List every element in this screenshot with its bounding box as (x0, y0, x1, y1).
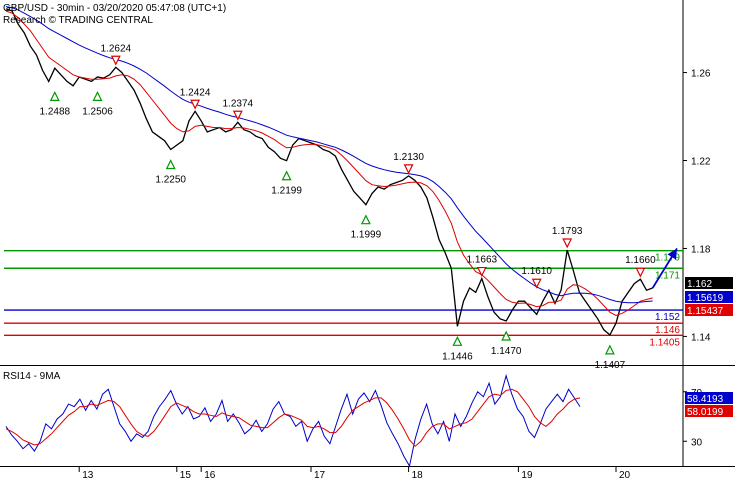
marker-label-7: 1.2199 (271, 186, 302, 197)
x-tick-label-2: 15 (180, 470, 192, 480)
level-label-4: 1.146 (655, 325, 680, 336)
marker-label-5: 1.2424 (180, 87, 211, 98)
rsi-badge-label-1: 58.4193 (687, 394, 724, 405)
x-tick-label-6: 19 (521, 470, 533, 480)
marker-label-6: 1.2374 (223, 98, 254, 109)
marker-label-10: 1.1446 (442, 351, 473, 362)
rsi-badge-label-2: 58.0199 (687, 407, 724, 418)
marker-label-15: 1.1407 (595, 360, 626, 371)
chart-title: GBP/USD - 30min - 03/20/2020 05:47:08 (U… (3, 3, 226, 14)
price-badge-label-3: 1.15437 (687, 306, 724, 317)
rsi-y-tick-label-2: 30 (691, 437, 703, 448)
chart-source: Research © TRADING CENTRAL (3, 15, 153, 26)
y-tick-label-4: 1.14 (691, 332, 711, 343)
rsi-title: RSI14 - 9MA (3, 371, 61, 382)
marker-label-12: 1.1470 (491, 346, 522, 357)
level-label-3: 1.152 (655, 312, 680, 323)
price-badge-label-1: 1.162 (687, 279, 712, 290)
marker-label-14: 1.1793 (552, 226, 583, 237)
level-label-5: 1.1405 (649, 337, 680, 348)
marker-label-16: 1.1660 (625, 255, 656, 266)
y-tick-label-3: 1.18 (691, 244, 711, 255)
marker-label-13: 1.1610 (521, 266, 552, 277)
marker-label-1: 1.2488 (40, 106, 71, 117)
marker-label-3: 1.2624 (101, 43, 132, 54)
x-tick-label-4: 17 (314, 470, 326, 480)
marker-label-11: 1.1663 (467, 255, 498, 266)
y-tick-label-2: 1.22 (691, 157, 711, 168)
chart-canvas: 1.1791.1711.1521.1461.1405 1.2488 1.25061… (0, 0, 735, 480)
price-badge-label-2: 1.15619 (687, 293, 724, 304)
x-tick-label-5: 18 (412, 470, 424, 480)
chart-window: 1.179 1.171 1.152 1.146 1.1405 1.2488 1.2506 1… (0, 0, 735, 480)
x-tick-label-3: 16 (204, 470, 216, 480)
y-tick-label-1: 1.26 (691, 69, 711, 80)
marker-label-9: 1.2130 (393, 152, 424, 163)
x-tick-label-1: 13 (82, 470, 94, 480)
marker-label-8: 1.1999 (351, 230, 382, 241)
x-tick-label-7: 20 (619, 470, 631, 480)
marker-label-2: 1.2506 (82, 106, 113, 117)
marker-label-4: 1.2250 (155, 175, 186, 186)
